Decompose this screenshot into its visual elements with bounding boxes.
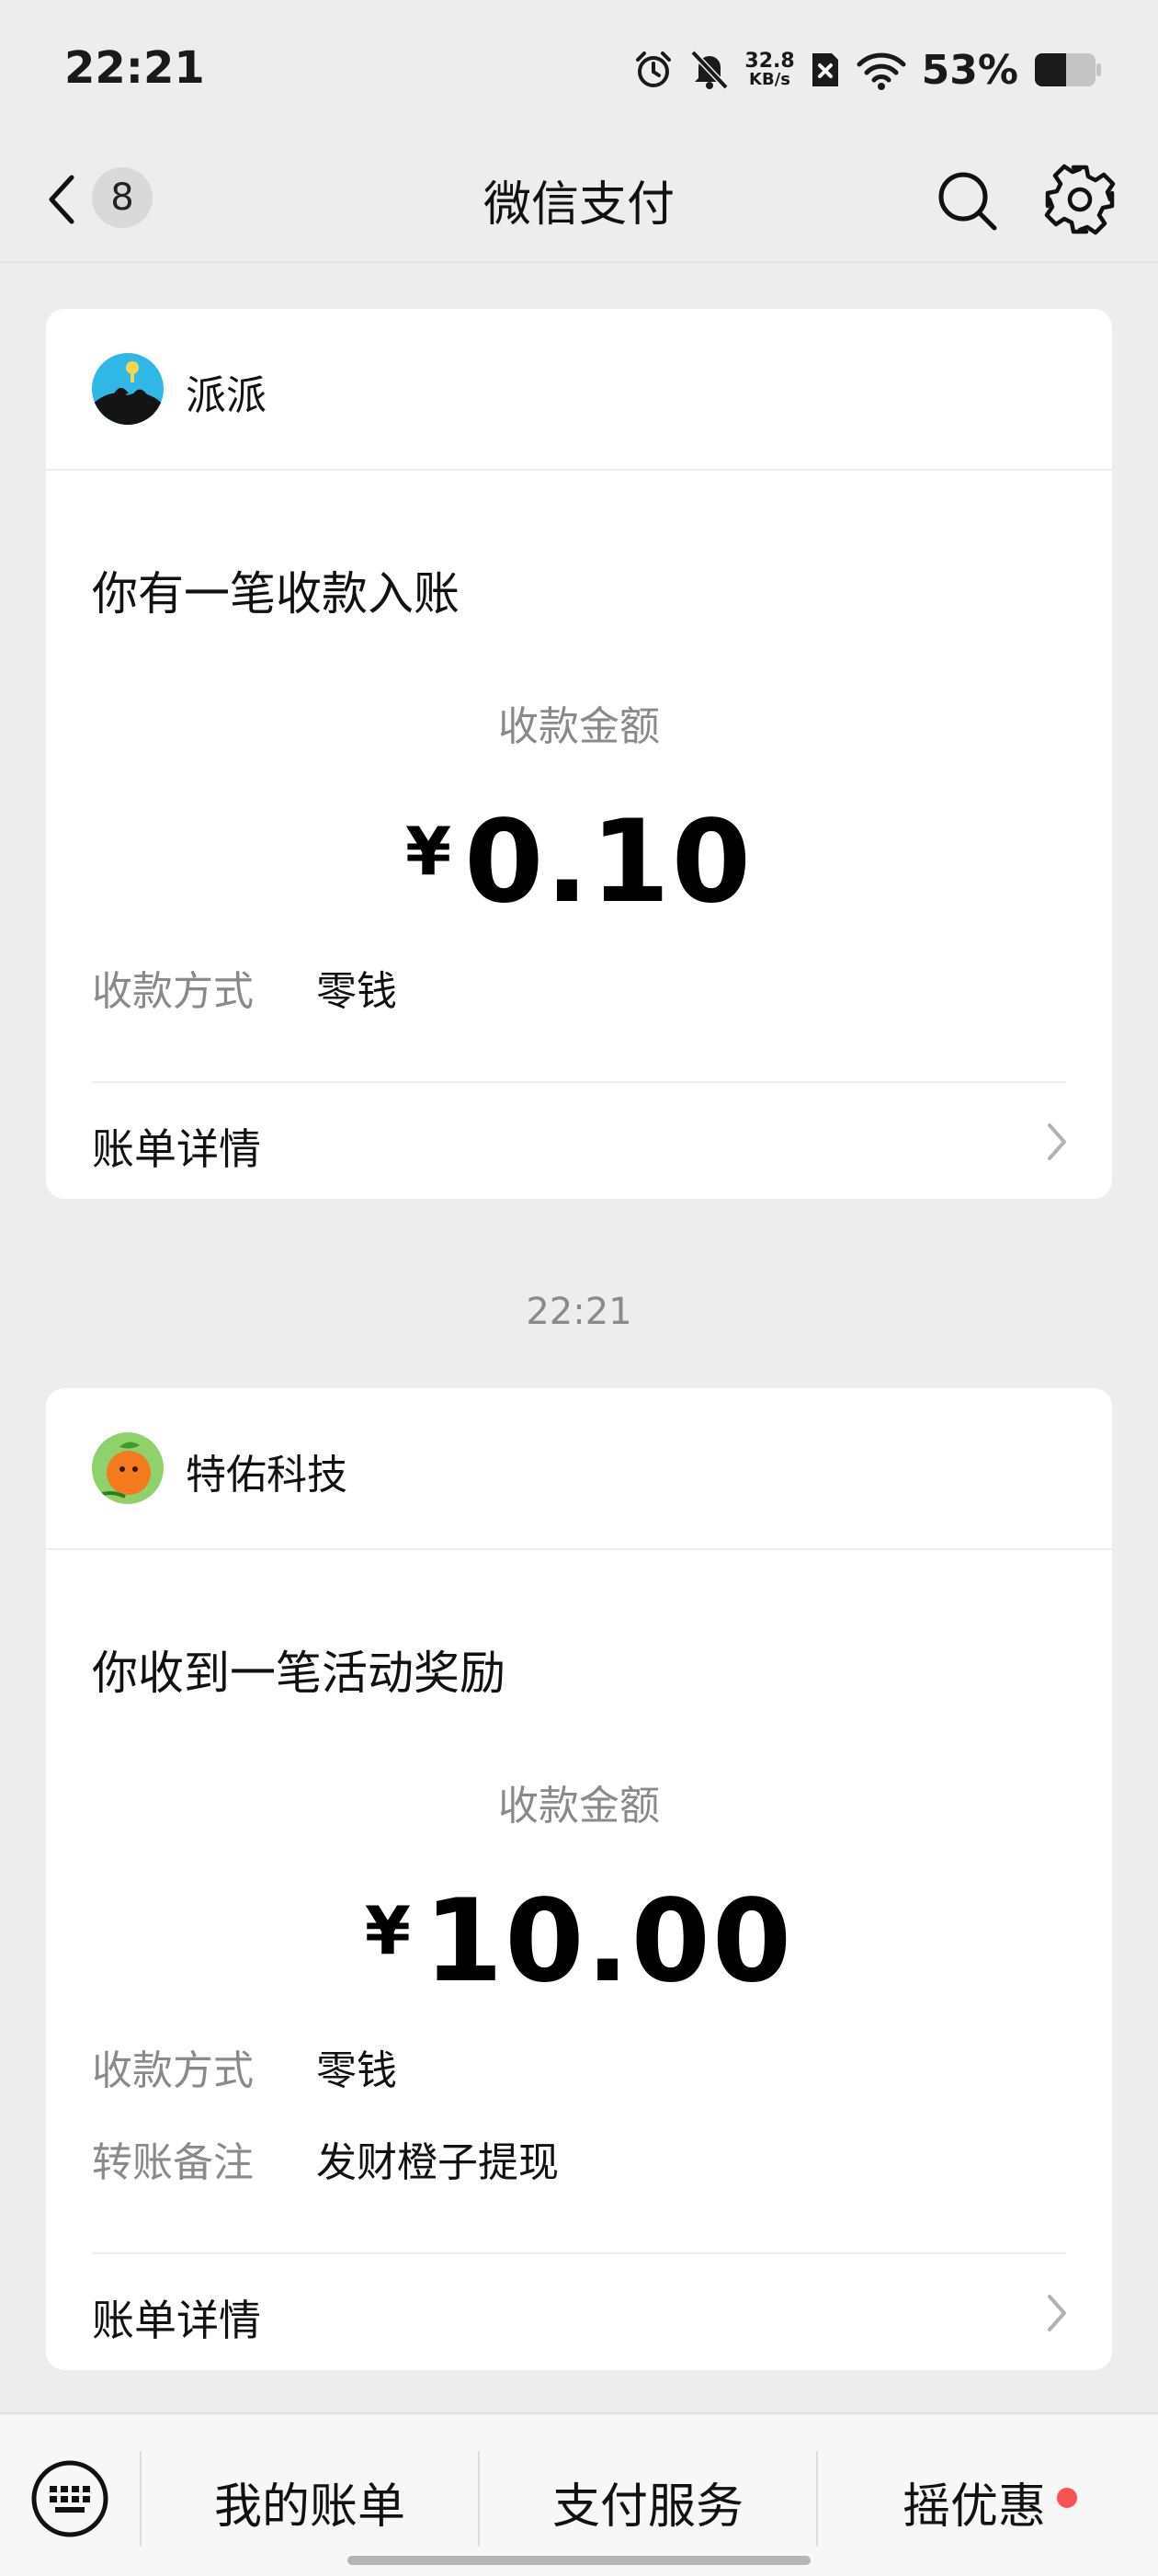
- tab-payment-services[interactable]: 支付服务: [480, 2468, 816, 2536]
- tab-shake-offers[interactable]: 摇优惠: [818, 2468, 1130, 2536]
- payment-method-value: 零钱: [316, 2047, 397, 2094]
- message-timestamp: 22:21: [526, 1291, 632, 1333]
- payment-method-label: 收款方式: [92, 2047, 254, 2094]
- tab-shake-offers-label: 摇优惠: [902, 2479, 1046, 2535]
- payment-method-label: 收款方式: [92, 968, 254, 1015]
- wifi-icon: [857, 52, 906, 90]
- status-bar: 22:21 32.8 KB/s 53%: [0, 0, 1158, 138]
- amount: ¥0.10: [46, 796, 1112, 929]
- currency-symbol: ¥: [364, 1892, 411, 1969]
- home-indicator: [347, 2556, 811, 2565]
- chevron-right-icon: [1048, 2295, 1066, 2331]
- merchant-name: 特佑科技: [186, 1452, 347, 1499]
- merchant-avatar: [92, 1432, 164, 1504]
- bill-detail-label: 账单详情: [92, 2296, 261, 2345]
- payment-card-1: 派派 你有一笔收款入账 收款金额 ¥0.10 收款方式 零钱 账单详情: [46, 309, 1112, 1199]
- amount: ¥10.00: [46, 1875, 1112, 2008]
- gear-icon[interactable]: [1042, 162, 1118, 237]
- payment-card-2: 特佑科技 你收到一笔活动奖励 收款金额 ¥10.00 收款方式 零钱 转账备注 …: [46, 1388, 1112, 2370]
- mute-icon: [690, 50, 729, 90]
- card-header[interactable]: 派派: [46, 309, 1112, 471]
- card-header[interactable]: 特佑科技: [46, 1388, 1112, 1550]
- card-title: 你收到一笔活动奖励: [92, 1647, 505, 1700]
- avatar-orange-icon: [92, 1432, 164, 1504]
- keyboard-icon[interactable]: [29, 2458, 110, 2539]
- net-speed-value: 32.8: [744, 50, 795, 73]
- search-icon[interactable]: [930, 164, 1004, 237]
- amount-label: 收款金额: [498, 703, 660, 750]
- avatar-image-icon: [92, 353, 164, 425]
- amount-value: 0.10: [464, 796, 754, 929]
- nav-bar: 8 微信支付: [0, 138, 1158, 263]
- chevron-right-icon: [1048, 1123, 1066, 1160]
- bottom-menu-bar: 我的账单 支付服务 摇优惠: [0, 2412, 1158, 2576]
- battery-icon: [1035, 53, 1101, 86]
- alarm-icon: [636, 51, 672, 87]
- status-time: 22:21: [64, 42, 205, 94]
- bill-detail-label: 账单详情: [92, 1124, 261, 1174]
- merchant-name: 派派: [186, 372, 267, 419]
- merchant-avatar: [92, 353, 164, 425]
- net-speed-unit: KB/s: [749, 70, 791, 89]
- bill-detail-link[interactable]: 账单详情: [46, 2254, 1112, 2370]
- sim-x-icon: [812, 53, 838, 86]
- card-title: 你有一笔收款入账: [92, 567, 460, 621]
- currency-symbol: ¥: [404, 813, 452, 890]
- new-indicator-dot: [1057, 2488, 1077, 2508]
- transfer-note-value: 发财橙子提现: [316, 2139, 559, 2186]
- net-speed: 32.8 KB/s: [744, 51, 794, 88]
- battery-percent: 53%: [921, 46, 1018, 94]
- bill-detail-link[interactable]: 账单详情: [46, 1083, 1112, 1199]
- amount-value: 10.00: [423, 1875, 794, 2008]
- transfer-note-label: 转账备注: [92, 2139, 254, 2186]
- payment-method-value: 零钱: [316, 968, 397, 1015]
- status-icons: 32.8 KB/s 53%: [632, 42, 1103, 97]
- amount-label: 收款金额: [498, 1783, 660, 1829]
- tab-my-bills[interactable]: 我的账单: [142, 2468, 478, 2536]
